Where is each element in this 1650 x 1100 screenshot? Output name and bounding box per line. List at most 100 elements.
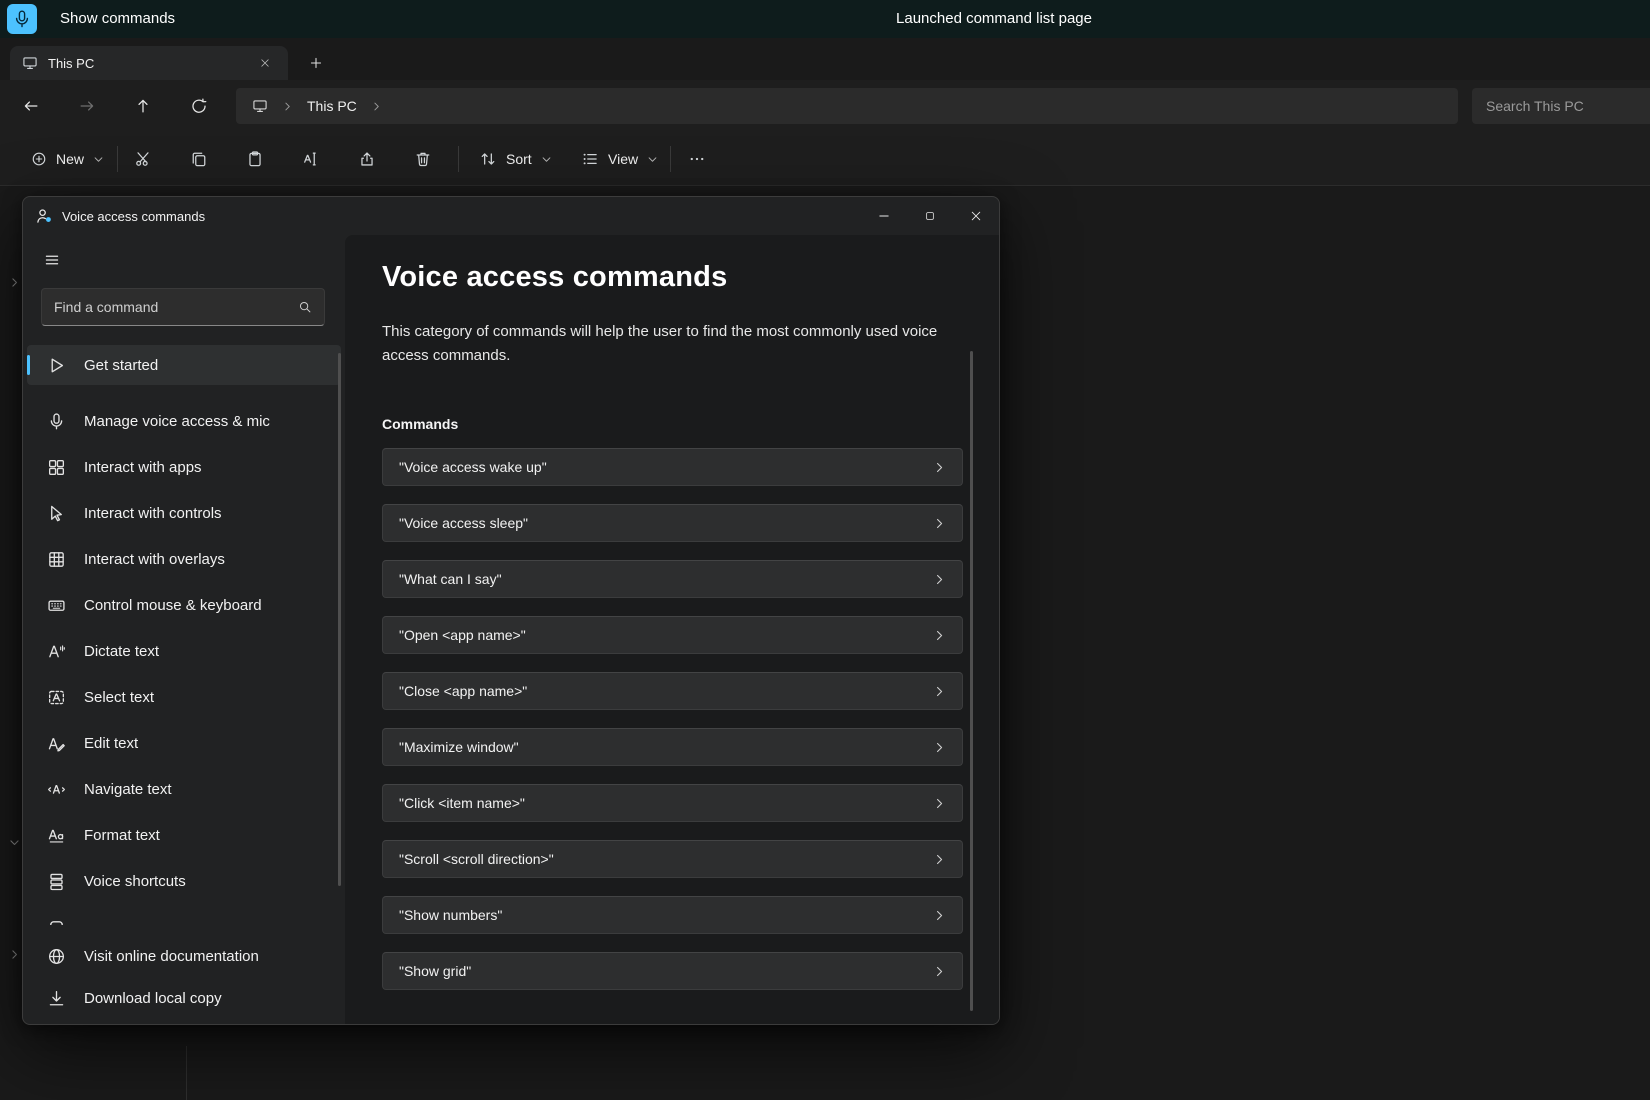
command-label: "Scroll <scroll direction>" (399, 851, 554, 867)
navigation-pane-divider[interactable] (186, 1046, 187, 1100)
clipped-icon (47, 918, 66, 926)
sidebar-item-visit-online-documentation[interactable]: Visit online documentation (27, 936, 341, 976)
paste-icon (246, 150, 264, 168)
sidebar-item-manage-voice-access-mic[interactable]: Manage voice access & mic (27, 401, 341, 441)
command-item[interactable]: "Show numbers" (382, 896, 963, 934)
download-icon (47, 989, 66, 1008)
back-button[interactable] (12, 87, 50, 125)
voice-access-mic-button[interactable] (7, 4, 37, 34)
view-button[interactable]: View (570, 139, 669, 179)
command-item[interactable]: "Open <app name>" (382, 616, 963, 654)
minimize-button[interactable] (861, 197, 907, 235)
grid-icon (47, 550, 66, 569)
tab-close-button[interactable] (254, 52, 276, 74)
find-command-input[interactable] (54, 299, 290, 315)
cursor-icon (47, 504, 66, 523)
copy-icon (190, 150, 208, 168)
cut-button[interactable] (123, 139, 163, 179)
chevron-down-icon (647, 154, 658, 165)
sidebar-item-interact-with-apps[interactable]: Interact with apps (27, 447, 341, 487)
explorer-tab-this-pc[interactable]: This PC (10, 46, 288, 80)
sidebar-item-dictate-text[interactable]: Dictate text (27, 631, 341, 671)
command-item[interactable]: "Click <item name>" (382, 784, 963, 822)
sidebar-item-clipped[interactable] (27, 907, 341, 925)
sidebar-item-label: Voice shortcuts (84, 873, 186, 890)
explorer-tab-bar: This PC (0, 38, 1650, 80)
command-item[interactable]: "Voice access wake up" (382, 448, 963, 486)
maximize-button[interactable] (907, 197, 953, 235)
format-text-icon (47, 826, 66, 845)
sidebar-item-voice-shortcuts[interactable]: Voice shortcuts (27, 861, 341, 901)
command-label: "Voice access sleep" (399, 515, 528, 531)
navigation-menu-button[interactable] (37, 245, 67, 275)
close-button[interactable] (953, 197, 999, 235)
sidebar-item-interact-with-overlays[interactable]: Interact with overlays (27, 539, 341, 579)
command-item[interactable]: "Voice access sleep" (382, 504, 963, 542)
tree-expand-chevron[interactable] (8, 276, 21, 289)
share-button[interactable] (347, 139, 387, 179)
command-label: "Close <app name>" (399, 683, 527, 699)
explorer-navigation-bar: This PC Search This PC (0, 80, 1650, 132)
command-item[interactable]: "What can I say" (382, 560, 963, 598)
sidebar-item-label: Download local copy (84, 990, 222, 1007)
voice-access-app-icon (35, 207, 53, 225)
command-item[interactable]: "Show grid" (382, 952, 963, 990)
this-pc-icon (252, 98, 268, 114)
tree-expand-chevron[interactable] (8, 948, 21, 961)
refresh-button[interactable] (180, 87, 218, 125)
tab-title: This PC (48, 56, 244, 71)
sidebar-item-label: Control mouse & keyboard (84, 597, 262, 614)
sidebar-item-label: Select text (84, 689, 154, 706)
selection-accent-bar (27, 355, 30, 375)
delete-button[interactable] (403, 139, 443, 179)
sidebar-scrollbar[interactable] (338, 353, 341, 886)
sidebar-item-download-local-copy[interactable]: Download local copy (27, 978, 341, 1018)
sidebar-item-interact-with-controls[interactable]: Interact with controls (27, 493, 341, 533)
tree-collapse-chevron[interactable] (8, 836, 21, 849)
explorer-search-box[interactable]: Search This PC (1472, 88, 1650, 124)
dialog-title-bar[interactable]: Voice access commands (23, 197, 999, 235)
toolbar-divider (458, 146, 459, 172)
keyboard-icon (47, 596, 66, 615)
up-button[interactable] (124, 87, 162, 125)
chevron-right-icon (933, 797, 946, 810)
new-tab-button[interactable] (302, 50, 330, 76)
find-command-box[interactable] (41, 288, 325, 326)
sidebar-item-edit-text[interactable]: Edit text (27, 723, 341, 763)
breadcrumb-this-pc[interactable]: This PC (307, 98, 357, 114)
up-icon (134, 97, 152, 115)
more-options-button[interactable] (677, 139, 717, 179)
shortcuts-icon (47, 872, 66, 891)
chevron-right-icon (933, 573, 946, 586)
address-bar[interactable]: This PC (236, 88, 1458, 124)
close-icon (259, 57, 271, 69)
voice-access-commands-window: Voice access commands Get started Manage … (22, 196, 1000, 1025)
sidebar-item-label: Get started (84, 357, 158, 374)
sidebar-item-control-mouse-keyboard[interactable]: Control mouse & keyboard (27, 585, 341, 625)
chevron-right-icon[interactable] (371, 101, 382, 112)
forward-button[interactable] (68, 87, 106, 125)
command-item[interactable]: "Scroll <scroll direction>" (382, 840, 963, 878)
view-button-label: View (608, 151, 638, 167)
close-icon (969, 209, 983, 223)
dialog-content: Voice access commands This category of c… (345, 235, 999, 1024)
command-item[interactable]: "Maximize window" (382, 728, 963, 766)
sort-button[interactable]: Sort (468, 139, 563, 179)
new-button[interactable]: New (20, 139, 115, 179)
content-scrollbar[interactable] (970, 351, 973, 1011)
share-icon (358, 150, 376, 168)
paste-button[interactable] (235, 139, 275, 179)
dialog-title: Voice access commands (62, 209, 861, 224)
sidebar-item-select-text[interactable]: Select text (27, 677, 341, 717)
command-label: "Show numbers" (399, 907, 502, 923)
sidebar-item-format-text[interactable]: Format text (27, 815, 341, 855)
chevron-right-icon[interactable] (282, 101, 293, 112)
copy-button[interactable] (179, 139, 219, 179)
sidebar-item-get-started[interactable]: Get started (27, 345, 341, 385)
sidebar-item-navigate-text[interactable]: Navigate text (27, 769, 341, 809)
search-icon[interactable] (298, 300, 312, 314)
sidebar-item-label: Interact with apps (84, 459, 202, 476)
refresh-icon (190, 97, 208, 115)
command-item[interactable]: "Close <app name>" (382, 672, 963, 710)
rename-button[interactable] (291, 139, 331, 179)
